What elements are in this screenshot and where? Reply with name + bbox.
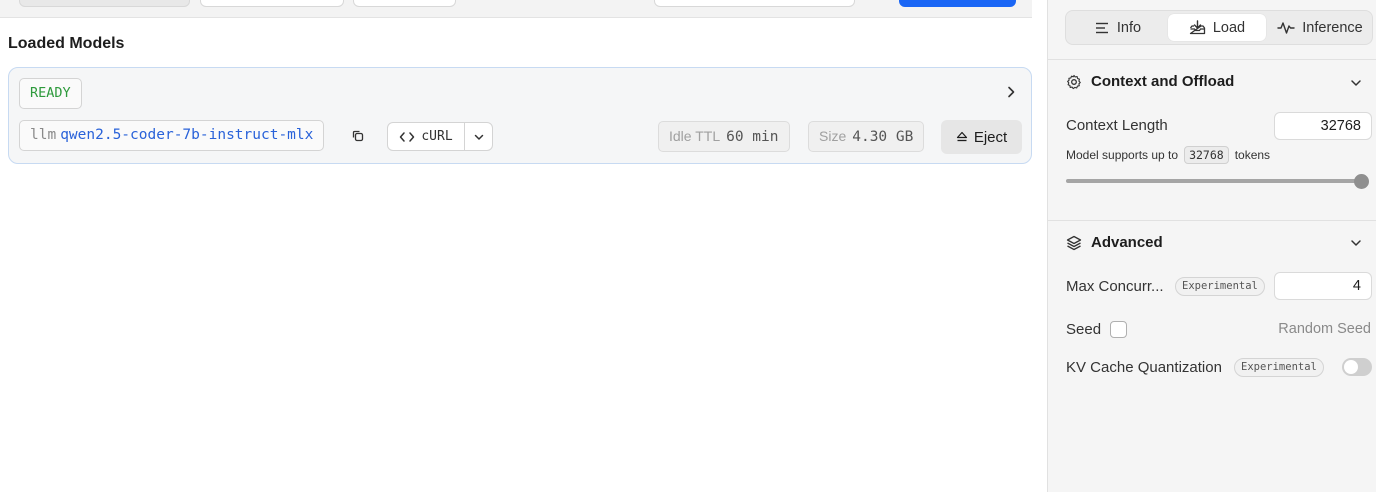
tab-inference-label: Inference [1302, 19, 1363, 36]
context-offload-title: Context and Offload [1091, 73, 1235, 90]
chevron-down-icon[interactable] [1349, 76, 1363, 90]
settings-sidebar: Info Load Inference Context and Offload … [1047, 0, 1376, 492]
tab-load-label: Load [1212, 19, 1246, 36]
model-card[interactable]: READY llm qwen2.5-coder-7b-instruct-mlx c… [8, 67, 1032, 164]
size-stat: Size 4.30 GB [808, 121, 925, 152]
kv-cache-label: KV Cache Quantization [1066, 359, 1222, 376]
toolbar-search-input[interactable] [654, 0, 855, 7]
seed-label: Seed [1066, 321, 1102, 338]
code-icon [400, 131, 415, 142]
gear-icon [1067, 74, 1081, 89]
curl-button[interactable]: cURL [388, 123, 464, 150]
model-name: qwen2.5-coder-7b-instruct-mlx [60, 127, 314, 143]
divider [1048, 220, 1376, 221]
menu-lines-icon [1095, 22, 1108, 33]
idle-ttl-label: Idle TTL [669, 128, 721, 144]
random-seed-placeholder[interactable]: Random Seed [1278, 321, 1371, 337]
chevron-down-icon[interactable] [1349, 236, 1363, 250]
tab-load[interactable]: Load [1168, 14, 1266, 41]
activity-icon [1277, 21, 1295, 34]
context-offload-header[interactable]: Context and Offload [1066, 73, 1234, 90]
slider-thumb[interactable] [1354, 174, 1369, 189]
kv-cache-toggle[interactable] [1342, 358, 1372, 376]
toolbar-tab[interactable] [353, 0, 456, 7]
idle-ttl-stat: Idle TTL 60 min [658, 121, 790, 152]
top-toolbar [0, 0, 1032, 18]
advanced-header[interactable]: Advanced [1066, 234, 1163, 251]
max-concurrent-label: Max Concurr... [1066, 278, 1164, 295]
sidebar-tab-bar: Info Load Inference [1065, 10, 1373, 45]
eject-button[interactable]: Eject [941, 120, 1022, 154]
experimental-badge: Experimental [1175, 277, 1265, 296]
tray-download-icon [1189, 20, 1206, 35]
toolbar-primary-button[interactable] [899, 0, 1016, 7]
support-suffix: tokens [1234, 148, 1271, 162]
support-prefix: Model supports up to [1066, 148, 1179, 162]
toolbar-tab[interactable] [200, 0, 344, 7]
tab-inference[interactable]: Inference [1268, 14, 1372, 41]
model-identifier: llm qwen2.5-coder-7b-instruct-mlx [19, 120, 325, 151]
size-value: 4.30 GB [852, 129, 914, 145]
eject-label: Eject [973, 128, 1008, 146]
seed-checkbox[interactable] [1110, 321, 1127, 338]
curl-label: cURL [421, 129, 453, 144]
eject-icon [956, 131, 967, 142]
idle-ttl-value: 60 min [726, 129, 779, 145]
divider [1048, 59, 1376, 60]
chevron-right-icon[interactable] [1003, 84, 1019, 100]
tab-info[interactable]: Info [1069, 14, 1166, 41]
chevron-down-icon[interactable] [465, 123, 492, 150]
size-label: Size [819, 128, 847, 144]
status-badge: READY [19, 78, 82, 109]
curl-button-group: cURL [387, 122, 493, 151]
max-concurrent-input[interactable]: 4 [1274, 272, 1372, 300]
main-panel: Loaded Models READY llm qwen2.5-coder-7b-… [0, 0, 1047, 492]
tab-info-label: Info [1116, 19, 1142, 36]
layers-icon [1066, 235, 1082, 250]
context-length-input[interactable]: 32768 [1274, 112, 1372, 140]
model-type: llm [30, 127, 57, 143]
toggle-knob [1344, 360, 1358, 374]
toolbar-tab-active[interactable] [19, 0, 190, 7]
context-length-slider[interactable] [1066, 179, 1356, 183]
loaded-models-title: Loaded Models [8, 35, 125, 52]
copy-icon[interactable] [348, 126, 368, 146]
experimental-badge: Experimental [1234, 358, 1324, 377]
max-tokens-badge: 32768 [1184, 146, 1229, 164]
context-length-label: Context Length [1066, 117, 1168, 134]
advanced-title: Advanced [1091, 234, 1163, 251]
context-support-text: Model supports up to 32768 tokens [1066, 146, 1270, 164]
